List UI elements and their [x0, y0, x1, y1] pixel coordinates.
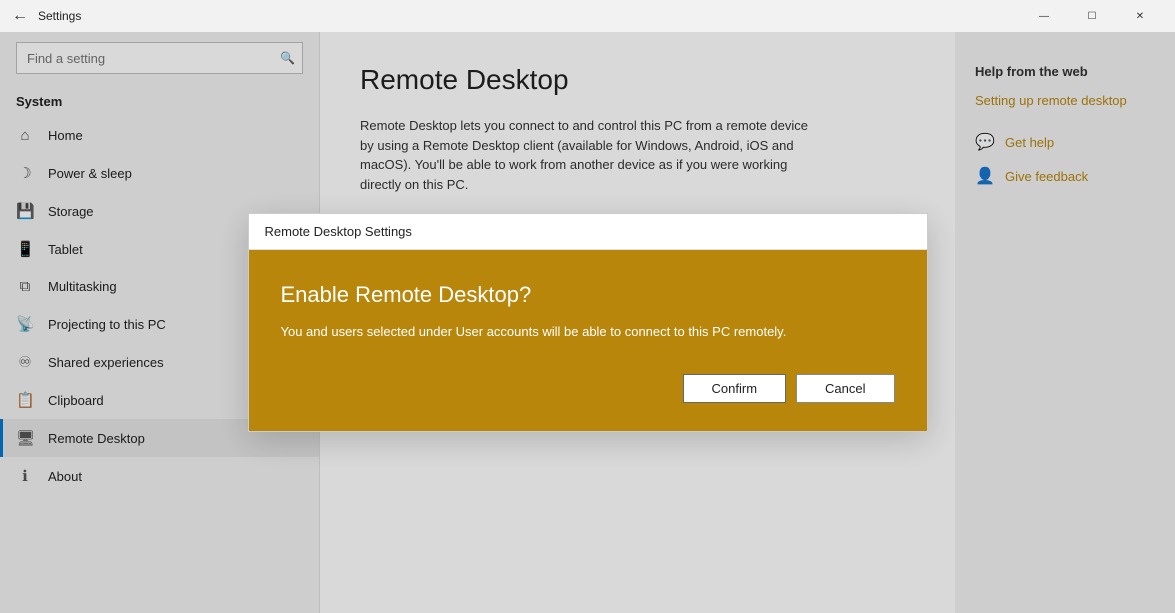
dialog-overlay: Remote Desktop Settings Enable Remote De…	[0, 32, 1175, 613]
titlebar-controls: — ☐ ✕	[1021, 0, 1163, 32]
dialog-heading: Enable Remote Desktop?	[281, 282, 895, 308]
dialog-buttons: Confirm Cancel	[281, 374, 895, 403]
titlebar: ← Settings — ☐ ✕	[0, 0, 1175, 32]
dialog-text: You and users selected under User accoun…	[281, 322, 895, 342]
close-button[interactable]: ✕	[1117, 0, 1163, 32]
minimize-button[interactable]: —	[1021, 0, 1067, 32]
dialog-body: Enable Remote Desktop? You and users sel…	[249, 250, 927, 431]
dialog-titlebar: Remote Desktop Settings	[249, 214, 927, 250]
back-button[interactable]: ←	[12, 7, 28, 25]
cancel-button[interactable]: Cancel	[796, 374, 894, 403]
maximize-button[interactable]: ☐	[1069, 0, 1115, 32]
titlebar-left: ← Settings	[12, 7, 81, 25]
dialog: Remote Desktop Settings Enable Remote De…	[248, 213, 928, 432]
titlebar-title: Settings	[38, 9, 81, 23]
confirm-button[interactable]: Confirm	[683, 374, 787, 403]
